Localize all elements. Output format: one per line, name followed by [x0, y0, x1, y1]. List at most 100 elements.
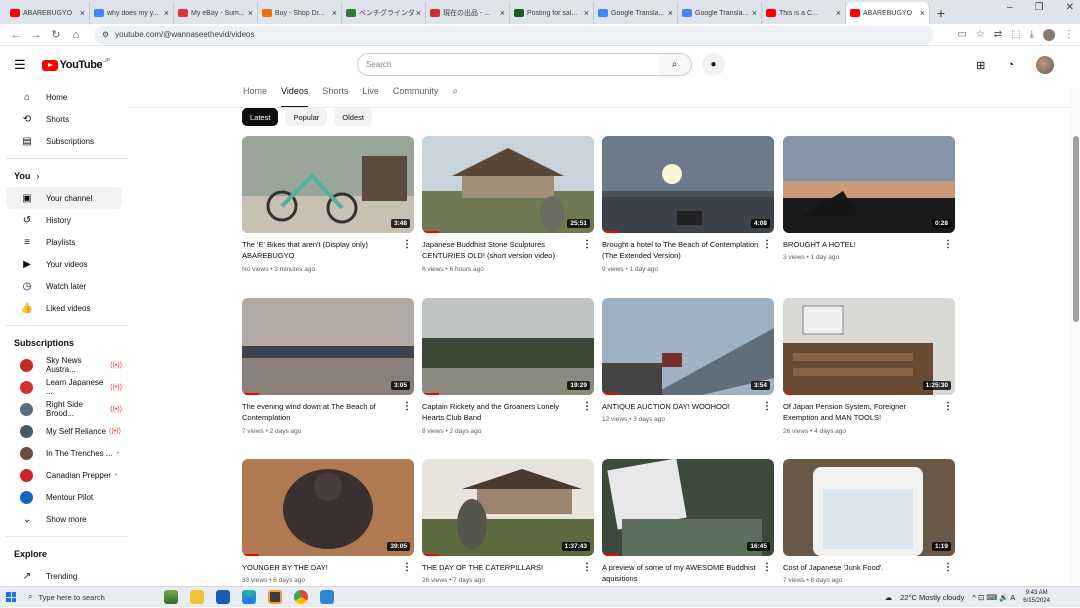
video-card[interactable]: 0:28 BROUGHT A HOTEL! 3 views • 1 day ago ⋮	[783, 136, 955, 261]
show-more-button[interactable]: ⌄ Show more	[6, 508, 122, 530]
subscription-item[interactable]: Canadian Prepper •	[6, 464, 122, 486]
maximize-icon[interactable]: ❐	[1035, 2, 1044, 13]
video-title[interactable]: Of Japan Pension System, Foreigner Exemp…	[783, 401, 941, 423]
sidebar-item-playlists[interactable]: ≡ Playlists	[6, 231, 122, 253]
video-menu-icon[interactable]: ⋮	[402, 401, 412, 412]
search-button[interactable]: ⌕	[658, 53, 692, 76]
sidebar-item-history[interactable]: ↺ History	[6, 209, 122, 231]
video-thumbnail[interactable]: 16:45	[602, 459, 774, 556]
browser-tab[interactable]: This is a C... ×	[762, 2, 846, 24]
taskbar-search[interactable]: ⌕ Type here to search	[22, 589, 134, 606]
voice-search-button[interactable]: ●	[702, 53, 725, 76]
address-bar[interactable]: ⚙ youtube.com/@wannaseethevid/videos	[94, 25, 934, 44]
home-icon[interactable]: ⌂	[66, 29, 86, 41]
video-thumbnail[interactable]: 3:48	[242, 136, 414, 233]
download-icon[interactable]: ⤓	[1030, 29, 1034, 40]
subscription-item[interactable]: My Self Reliance ((•))	[6, 420, 122, 442]
tab-close-icon[interactable]: ×	[752, 8, 757, 18]
edge-icon[interactable]	[242, 590, 256, 604]
tab-close-icon[interactable]: ×	[668, 8, 673, 18]
tab-shorts[interactable]: Shorts	[322, 86, 348, 108]
video-title[interactable]: Captain Rickety and the Groaners Lonely …	[422, 401, 580, 423]
tab-live[interactable]: Live	[362, 86, 379, 108]
video-thumbnail[interactable]: 19:29	[422, 298, 594, 395]
video-menu-icon[interactable]: ⋮	[582, 401, 592, 412]
translate-icon[interactable]: ⇄	[994, 29, 1002, 40]
video-title[interactable]: BROUGHT A HOTEL!	[783, 239, 941, 250]
video-thumbnail[interactable]: 3:54	[602, 298, 774, 395]
video-title[interactable]: YOUNGER BY THE DAY!	[242, 562, 400, 573]
video-menu-icon[interactable]: ⋮	[582, 239, 592, 250]
forward-icon[interactable]: →	[26, 29, 46, 41]
video-title[interactable]: Japanese Buddhist Stone Sculptures CENTU…	[422, 239, 580, 261]
video-card[interactable]: 3:48 The 'E' Bikes that aren't (Display o…	[242, 136, 414, 273]
minimize-icon[interactable]: –	[1007, 2, 1013, 13]
bookmark-star-icon[interactable]: ☆	[976, 29, 985, 40]
tab-close-icon[interactable]: ×	[584, 8, 589, 18]
tab-close-icon[interactable]: ×	[80, 8, 85, 18]
sidebar-item-shorts[interactable]: ⟲ Shorts	[6, 108, 122, 130]
sidebar-item-your-videos[interactable]: ▶ Your videos	[6, 253, 122, 275]
youtube-logo[interactable]: YouTube JP	[41, 58, 110, 71]
subscription-item[interactable]: Mentour Pilot	[6, 486, 122, 508]
tab-close-icon[interactable]: ×	[332, 8, 337, 18]
sidebar-item-home[interactable]: ⌂ Home	[6, 86, 122, 108]
browser-tab[interactable]: why does my y... ×	[90, 2, 174, 24]
video-thumbnail[interactable]: 25:51	[422, 136, 594, 233]
file-explorer-icon[interactable]	[190, 590, 204, 604]
sidebar-item-your-channel[interactable]: ▣ Your channel	[6, 187, 122, 209]
video-title[interactable]: The 'E' Bikes that aren't (Display only)…	[242, 239, 400, 261]
video-card[interactable]: 3:54 ANTIQUE AUCTION DAY! WOOHOO! 12 views…	[602, 298, 774, 423]
tab-videos[interactable]: Videos	[281, 86, 309, 108]
video-card[interactable]: 1:25:30 Of Japan Pension System, Foreigne…	[783, 298, 955, 435]
video-card[interactable]: 16:45 A preview of some of my AWESOME Bud…	[602, 459, 774, 583]
tab-close-icon[interactable]: ×	[248, 8, 253, 18]
tab-close-icon[interactable]: ×	[836, 8, 841, 18]
create-icon[interactable]: ⊞	[976, 59, 985, 72]
clock[interactable]: 9:43 AM 6/15/2024	[1023, 589, 1050, 605]
browser-tab[interactable]: Posting for sal... ×	[510, 2, 594, 24]
browser-tab[interactable]: 現在の出品 - ... ×	[426, 2, 510, 24]
menu-icon[interactable]: ☰	[14, 57, 26, 73]
start-button[interactable]	[0, 587, 22, 608]
tray-icons[interactable]: ^ ⊡ ⌨ 🔊 A	[972, 593, 1015, 602]
video-card[interactable]: 3:05 The evening wind down at The Beach o…	[242, 298, 414, 435]
browser-tab[interactable]: ベンチグラインダー×	[342, 2, 426, 24]
reload-icon[interactable]: ↻	[46, 28, 66, 41]
video-card[interactable]: 39:05 YOUNGER BY THE DAY! 33 views • 6 day…	[242, 459, 414, 584]
subscription-item[interactable]: Learn Japanese ... ((•))	[6, 376, 122, 398]
browser-tab[interactable]: My eBay - Sum... ×	[174, 2, 258, 24]
chip-latest[interactable]: Latest	[242, 108, 279, 126]
video-menu-icon[interactable]: ⋮	[762, 239, 772, 250]
sidebar-item-trending[interactable]: ↗ Trending	[6, 565, 122, 587]
scrollbar-thumb[interactable]	[1073, 136, 1079, 322]
video-menu-icon[interactable]: ⋮	[402, 239, 412, 250]
browser-tab[interactable]: Buy - Shop Dr... ×	[258, 2, 342, 24]
video-thumbnail[interactable]: 3:05	[242, 298, 414, 395]
video-card[interactable]: 1:37:43 THE DAY OF THE CATERPILLARS! 26 vi…	[422, 459, 594, 584]
browser-tab[interactable]: Google Transla... ×	[594, 2, 678, 24]
video-title[interactable]: The evening wind down at The Beach of Co…	[242, 401, 400, 423]
video-thumbnail[interactable]: 0:28	[783, 136, 955, 233]
video-thumbnail[interactable]: 39:05	[242, 459, 414, 556]
taskbar-app-icon[interactable]	[268, 590, 282, 604]
cast-icon[interactable]: ▭	[957, 29, 966, 40]
video-title[interactable]: Brought a hotel to The Beach of Contempl…	[602, 239, 760, 261]
sidebar-you-heading[interactable]: You ›	[0, 165, 128, 187]
subscription-item[interactable]: Right Side Brood... ((•))	[6, 398, 122, 420]
sidebar-item-liked-videos[interactable]: 👍 Liked videos	[6, 297, 122, 319]
tab-close-icon[interactable]: ×	[164, 8, 169, 18]
site-info-icon[interactable]: ⚙	[102, 30, 109, 39]
tab-close-icon[interactable]: ×	[416, 8, 421, 18]
subscription-item[interactable]: In The Trenches ... •	[6, 442, 122, 464]
video-menu-icon[interactable]: ⋮	[943, 401, 953, 412]
video-card[interactable]: 19:29 Captain Rickety and the Groaners Lo…	[422, 298, 594, 435]
back-icon[interactable]: ←	[6, 29, 26, 41]
chrome-icon[interactable]	[294, 590, 308, 604]
video-menu-icon[interactable]: ⋮	[582, 562, 592, 573]
chip-oldest[interactable]: Oldest	[334, 108, 372, 126]
video-title[interactable]: A preview of some of my AWESOME Buddhist…	[602, 562, 760, 584]
profile-avatar[interactable]	[1043, 28, 1055, 41]
video-thumbnail[interactable]: 1:19	[783, 459, 955, 556]
tab-close-icon[interactable]: ×	[920, 8, 925, 18]
